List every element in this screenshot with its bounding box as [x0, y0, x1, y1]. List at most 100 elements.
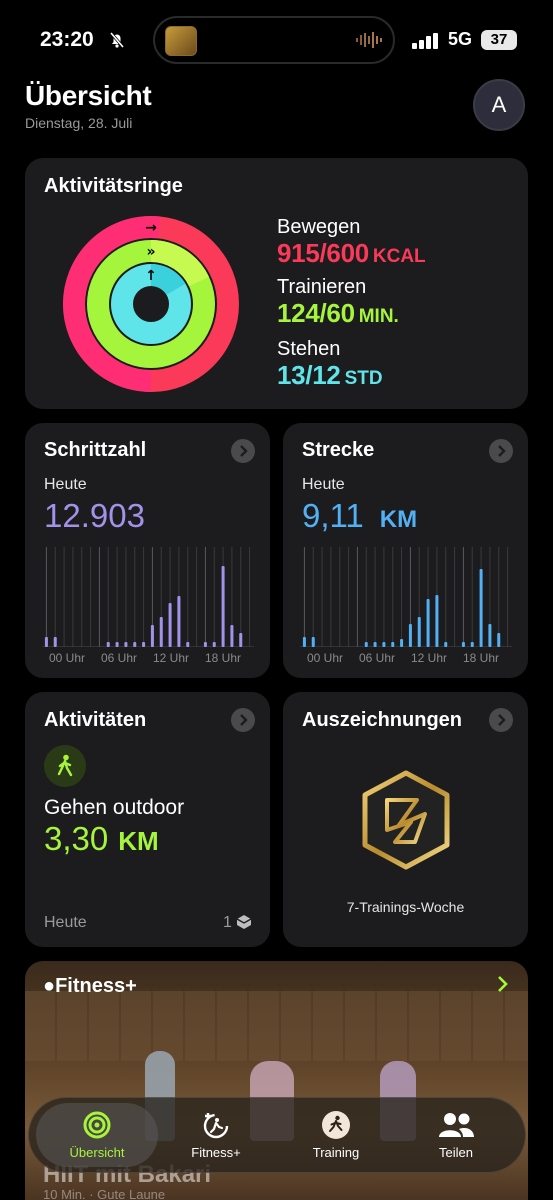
hour-bar: [142, 642, 146, 647]
activity-footer-label: Heute: [44, 914, 87, 931]
stand-label: Stehen: [277, 338, 341, 360]
distance-value: 9,11: [302, 497, 364, 534]
move-unit: KCAL: [372, 246, 426, 267]
hour-bar: [239, 633, 243, 647]
axis-label: 06 Uhr: [359, 651, 396, 665]
hour-bar: [150, 625, 154, 647]
distance-sublabel: Heute: [302, 476, 345, 493]
tab-fitness-plus[interactable]: Fitness+: [166, 1110, 266, 1160]
fitness-plus-brand: Fitness+: [55, 975, 137, 997]
hour-bar: [479, 569, 483, 647]
hour-bar: [497, 633, 501, 647]
hour-bar: [133, 642, 137, 647]
activity-unit: KM: [118, 826, 159, 856]
profile-avatar-button[interactable]: A: [473, 79, 525, 131]
exercise-stat: 124/60 MIN.: [277, 298, 399, 329]
hour-bar: [435, 595, 439, 647]
steps-hourly-chart: [42, 547, 254, 647]
steps-value: 12.903: [44, 497, 145, 534]
hour-bar: [106, 642, 110, 647]
activity-rings-graphic: → » ↑: [63, 216, 239, 392]
page-title: Übersicht: [25, 80, 152, 111]
chevron-right-icon[interactable]: [231, 439, 255, 463]
hour-bar: [391, 642, 395, 647]
stand-unit: STD: [344, 368, 383, 389]
chevron-right-icon[interactable]: [489, 708, 513, 732]
people-icon: [406, 1110, 506, 1140]
axis-label: 18 Uhr: [205, 651, 242, 665]
award-label: 7-Trainings-Woche: [346, 899, 465, 915]
exercise-value: 124/60: [277, 298, 355, 328]
svg-text:→: →: [145, 220, 157, 236]
hour-bar: [203, 642, 207, 647]
hour-bar: [444, 642, 448, 647]
hour-bar: [221, 566, 225, 647]
activity-rings-card[interactable]: Aktivitätsringe → » ↑ Bewegen 915/600 KCA…: [25, 158, 528, 409]
distance-card[interactable]: Strecke Heute 9,11 KM 00 Uhr 06 Uhr 12 Uh…: [283, 423, 528, 678]
hour-bar: [186, 642, 190, 647]
steps-card[interactable]: Schrittzahl Heute 12.903 00 Uhr 06 Uhr 1…: [25, 423, 270, 678]
activity-count: 1: [223, 914, 232, 931]
rings-icon: [47, 1110, 147, 1140]
chevron-right-icon[interactable]: [496, 975, 508, 998]
card-title: Strecke: [302, 439, 375, 461]
tab-training[interactable]: Training: [286, 1110, 386, 1160]
activity-name: Gehen outdoor: [44, 796, 185, 819]
axis-label: 06 Uhr: [101, 651, 138, 665]
status-time: 23:20: [40, 28, 94, 51]
hour-bar: [461, 642, 465, 647]
distance-stat: 9,11 KM: [302, 497, 417, 535]
card-title: Schrittzahl: [44, 439, 147, 461]
hour-bar: [426, 599, 430, 647]
hour-bar: [302, 637, 306, 647]
stand-value: 13/12: [277, 360, 341, 390]
awards-card[interactable]: Auszeichnungen 7-Trainings-Woche: [283, 692, 528, 947]
distance-unit: KM: [379, 506, 418, 533]
hour-bar: [177, 596, 181, 647]
tab-label: Fitness+: [191, 1145, 241, 1160]
axis-label: 18 Uhr: [463, 651, 500, 665]
hour-bar: [124, 642, 128, 647]
chevron-right-icon[interactable]: [231, 708, 255, 732]
tab-sharing[interactable]: Teilen: [406, 1110, 506, 1160]
hour-bar: [470, 642, 474, 647]
distance-hourly-chart: [300, 547, 512, 647]
svg-text:»: »: [146, 244, 155, 260]
axis-label: 00 Uhr: [49, 651, 86, 665]
hour-bar: [408, 624, 412, 647]
award-badge-icon: [362, 770, 450, 870]
tab-overview[interactable]: Übersicht: [47, 1110, 147, 1160]
hour-bar: [364, 642, 368, 647]
bell-slash-icon: [107, 30, 127, 55]
tab-label: Teilen: [439, 1145, 473, 1160]
svg-text:↑: ↑: [145, 268, 157, 284]
axis-label: 00 Uhr: [307, 651, 344, 665]
axis-label: 12 Uhr: [153, 651, 190, 665]
hour-bar: [230, 625, 234, 647]
activities-card[interactable]: Aktivitäten Gehen outdoor 3,30 KM Heute 1: [25, 692, 270, 947]
axis-label: 12 Uhr: [411, 651, 448, 665]
workout-runner-icon: [286, 1110, 386, 1140]
hour-bar: [382, 642, 386, 647]
card-title: Auszeichnungen: [302, 709, 463, 731]
network-type: 5G: [448, 29, 473, 49]
stand-stat: 13/12 STD: [277, 360, 383, 391]
tab-label: Training: [312, 1145, 360, 1160]
hour-bar: [44, 637, 48, 647]
hour-bar: [115, 642, 119, 647]
chevron-right-icon[interactable]: [489, 439, 513, 463]
activity-value: 3,30: [44, 820, 109, 857]
card-title: Aktivitäten: [44, 709, 147, 731]
exercise-unit: MIN.: [358, 306, 399, 327]
steps-sublabel: Heute: [44, 476, 87, 493]
fitness-plus-icon: [166, 1110, 266, 1140]
exercise-label: Trainieren: [277, 276, 367, 298]
hour-bar: [212, 642, 216, 647]
move-value: 915/600: [277, 238, 369, 268]
battery-indicator: 37: [481, 30, 517, 50]
fitness-plus-logo: ●Fitness+: [43, 975, 137, 998]
tab-label: Übersicht: [69, 1145, 125, 1160]
now-playing-artwork: [165, 26, 197, 56]
move-label: Bewegen: [277, 216, 361, 238]
apple-logo-icon: ●: [43, 975, 56, 997]
